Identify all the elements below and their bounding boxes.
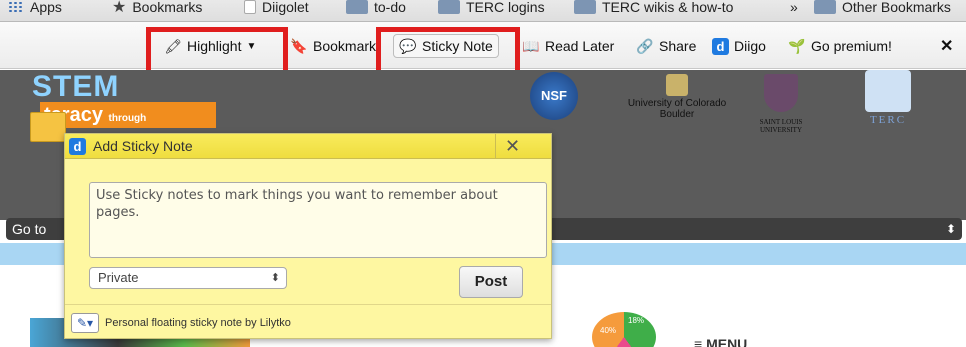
read-later-label: Read Later bbox=[545, 38, 615, 54]
book-icon: 📖 bbox=[522, 37, 540, 54]
bookmark-label: Bookmarks bbox=[132, 0, 203, 15]
sticky-note-footer: ✎▾ Personal floating sticky note by Lily… bbox=[65, 304, 551, 338]
bookmark-terc-wikis[interactable]: TERC wikis & how-to bbox=[574, 0, 733, 18]
nsf-label: NSF bbox=[541, 88, 567, 103]
nsf-logo[interactable]: NSF bbox=[530, 72, 578, 120]
privacy-value: Private bbox=[98, 270, 139, 285]
menu-text: MENU bbox=[706, 336, 748, 347]
logo-through-text: through bbox=[108, 113, 147, 124]
toolbar-close-button[interactable]: ✕ bbox=[940, 34, 953, 58]
share-label: Share bbox=[659, 38, 697, 54]
content-pie-image: 40% 18% bbox=[592, 312, 656, 347]
slu-logo[interactable]: SAINT LOUIS UNIVERSITY bbox=[746, 74, 816, 134]
bookmark-icon: 🔖 bbox=[290, 37, 308, 54]
folder-icon bbox=[814, 0, 836, 14]
pie-label: 40% bbox=[600, 326, 617, 335]
bookmark-apps[interactable]: Apps bbox=[8, 0, 62, 18]
folder-icon bbox=[574, 0, 596, 14]
cu-label: University of Colorado Boulder bbox=[627, 98, 727, 120]
close-icon: ✕ bbox=[940, 38, 954, 55]
bookmark-button[interactable]: 🔖 Bookmark bbox=[290, 34, 376, 58]
terc-icon bbox=[865, 70, 911, 112]
terc-logo[interactable]: TERC bbox=[858, 70, 918, 126]
logo-literacy: teracy through bbox=[40, 102, 216, 128]
bookmark-label: TERC wikis & how-to bbox=[602, 0, 734, 15]
bookmark-label: Diigolet bbox=[262, 0, 309, 15]
sticky-footer-text: Personal floating sticky note by Lilytko bbox=[105, 317, 291, 329]
select-arrows-icon: ⬍ bbox=[270, 272, 280, 284]
diigo-label: Diigo bbox=[734, 38, 766, 54]
cu-icon bbox=[666, 74, 688, 96]
share-button[interactable]: 🔗 Share bbox=[636, 34, 696, 58]
bookmarks-bar: Apps ★ Bookmarks Diigolet to-do TERC log… bbox=[0, 0, 966, 22]
premium-icon: 🌱 bbox=[788, 37, 806, 54]
post-button[interactable]: Post bbox=[459, 266, 523, 298]
menu-icon: ≡ bbox=[694, 336, 707, 347]
diigo-logo-icon: d bbox=[712, 37, 729, 55]
goto-label: Go to bbox=[12, 221, 47, 237]
bookmark-label: Bookmark bbox=[313, 38, 377, 54]
pencil-icon[interactable]: ✎▾ bbox=[71, 313, 99, 333]
bookmark-label: Other Bookmarks bbox=[842, 0, 951, 15]
sticky-note-dialog: d Add Sticky Note ✕ Private ⬍ Post ✎▾ Pe… bbox=[64, 133, 552, 339]
bookmark-label: to-do bbox=[374, 0, 406, 15]
bookmark-label: TERC logins bbox=[466, 0, 545, 15]
star-icon: ★ bbox=[112, 0, 127, 16]
highlight-annotation-box bbox=[146, 27, 288, 76]
pie-label: 18% bbox=[628, 316, 645, 325]
cu-boulder-logo[interactable]: University of Colorado Boulder bbox=[612, 74, 742, 120]
close-icon[interactable]: ✕ bbox=[495, 134, 529, 159]
read-later-button[interactable]: 📖 Read Later bbox=[522, 34, 614, 58]
bookmark-overflow-button[interactable]: » bbox=[790, 0, 798, 18]
folder-icon bbox=[438, 0, 460, 14]
select-arrows-icon: ⬍ bbox=[945, 222, 956, 236]
logo-stem-text: STEM bbox=[32, 70, 120, 103]
sticky-note-header[interactable]: d Add Sticky Note ✕ bbox=[65, 134, 551, 159]
privacy-select[interactable]: Private ⬍ bbox=[89, 267, 287, 289]
apps-grid-icon bbox=[8, 1, 24, 13]
overflow-label: » bbox=[790, 0, 798, 15]
sticky-note-textarea[interactable] bbox=[89, 182, 547, 258]
bookmark-terc-logins[interactable]: TERC logins bbox=[438, 0, 545, 18]
bookmark-label: Apps bbox=[30, 0, 62, 15]
terc-label: TERC bbox=[869, 114, 907, 126]
premium-label: Go premium! bbox=[811, 38, 892, 54]
folder-icon bbox=[346, 0, 368, 14]
bookmark-to-do[interactable]: to-do bbox=[346, 0, 406, 18]
menu-label[interactable]: ≡ MENU bbox=[694, 336, 747, 347]
bookmark-diigolet[interactable]: Diigolet bbox=[244, 0, 309, 18]
diigo-button[interactable]: d Diigo bbox=[712, 34, 766, 58]
crest-icon bbox=[764, 74, 798, 112]
sticky-note-title: Add Sticky Note bbox=[93, 138, 193, 154]
go-premium-button[interactable]: 🌱 Go premium! bbox=[788, 34, 892, 58]
share-icon: 🔗 bbox=[636, 37, 654, 54]
slu-label: SAINT LOUIS UNIVERSITY bbox=[759, 118, 803, 134]
bookmark-other[interactable]: Other Bookmarks bbox=[814, 0, 951, 18]
diigo-logo-icon: d bbox=[69, 138, 86, 155]
bookmark-bookmarks[interactable]: ★ Bookmarks bbox=[112, 0, 202, 18]
page-icon bbox=[244, 0, 256, 14]
folder-icon bbox=[30, 112, 66, 142]
sticky-annotation-box bbox=[376, 27, 520, 76]
